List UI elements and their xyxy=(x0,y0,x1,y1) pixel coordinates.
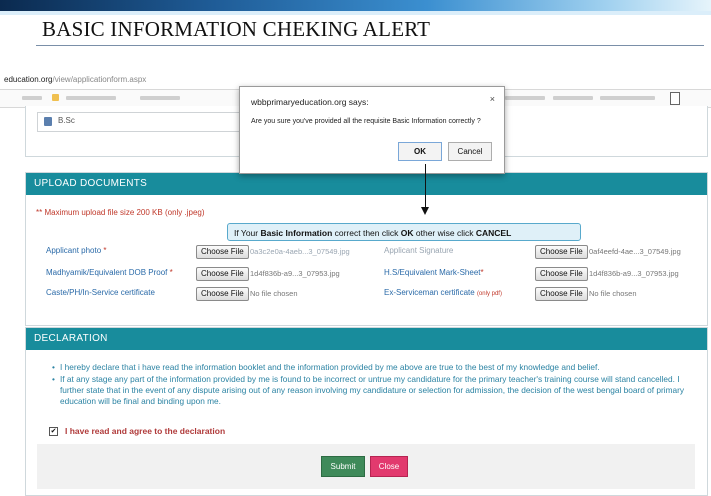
ex-serviceman-label: Ex-Serviceman certificate (only pdf) xyxy=(384,288,502,297)
callout-bold: Basic Information xyxy=(260,228,333,238)
dialog-message: Are you sure you've provided all the req… xyxy=(251,118,481,125)
ex-serviceman-filename: No file chosen xyxy=(589,289,637,298)
callout-text: If Your xyxy=(234,228,261,238)
callout-bold: OK xyxy=(400,228,414,238)
bookmark-favicon[interactable] xyxy=(52,94,59,101)
education-field[interactable]: B.Sc xyxy=(37,112,269,132)
bookmark-item[interactable] xyxy=(66,96,116,100)
title-rule xyxy=(36,45,704,46)
applicant-photo-label: Applicant photo * xyxy=(46,246,107,255)
dialog-title: wbbprimaryeducation.org says: xyxy=(251,97,369,107)
agree-label[interactable]: I have read and agree to the declaration xyxy=(65,426,225,436)
max-upload-note: ** Maximum upload file size 200 KB (only… xyxy=(36,208,205,217)
required-mark: * xyxy=(169,268,173,277)
callout-text: other wise click xyxy=(413,228,476,238)
upload-documents-panel: UPLOAD DOCUMENTS ** Maximum upload file … xyxy=(25,172,708,326)
agree-checkbox[interactable]: ✔ xyxy=(49,427,58,436)
form-button-area: Submit Close xyxy=(37,444,695,489)
slide-top-stripe xyxy=(0,0,711,11)
applicant-signature-choose-button[interactable]: Choose File xyxy=(535,245,588,259)
declaration-list: I hereby declare that i have read the in… xyxy=(52,362,692,408)
bookmark-item[interactable] xyxy=(22,96,42,100)
hs-marksheet-filename: 1d4f836b-a9...3_07953.jpg xyxy=(589,269,679,278)
only-pdf-note: (only pdf) xyxy=(476,291,502,297)
madhyamik-dob-filename: 1d4f836b-a9...3_07953.jpg xyxy=(250,269,340,278)
applicant-signature-label: Applicant Signature xyxy=(384,246,454,255)
caste-certificate-choose-button[interactable]: Choose File xyxy=(196,287,249,301)
label-text: H.S/Equivalent Mark-Sheet xyxy=(384,268,481,277)
hs-marksheet-label: H.S/Equivalent Mark-Sheet* xyxy=(384,268,484,277)
address-bar-url[interactable]: education.org/view/applicationform.aspx xyxy=(4,75,146,84)
declaration-panel: DECLARATION I hereby declare that i have… xyxy=(25,327,708,496)
close-button[interactable]: Close xyxy=(370,456,408,477)
slide-top-stripe-light xyxy=(0,11,711,15)
slide-title: BASIC INFORMATION CHEKING ALERT xyxy=(42,17,431,41)
declaration-header: DECLARATION xyxy=(26,328,707,350)
label-text: Madhyamik/Equivalent DOB Proof xyxy=(46,268,168,277)
hs-marksheet-choose-button[interactable]: Choose File xyxy=(535,267,588,281)
required-mark: * xyxy=(480,268,484,277)
applicant-photo-choose-button[interactable]: Choose File xyxy=(196,245,249,259)
book-icon xyxy=(44,117,52,126)
url-host: education.org xyxy=(4,75,53,84)
label-text: Ex-Serviceman certificate xyxy=(384,288,475,297)
required-mark: * xyxy=(103,246,107,255)
annotation-arrow-line xyxy=(425,164,426,209)
upload-documents-header: UPLOAD DOCUMENTS xyxy=(26,173,707,195)
declaration-item: If at any stage any part of the informat… xyxy=(52,374,692,407)
callout-text: correct then click xyxy=(332,228,401,238)
annotation-arrow-head xyxy=(421,207,429,215)
label-text: Applicant photo xyxy=(46,246,102,255)
url-path: /view/applicationform.aspx xyxy=(52,75,147,84)
dialog-cancel-button[interactable]: Cancel xyxy=(448,142,492,161)
caste-certificate-filename: No file chosen xyxy=(250,289,298,298)
applicant-signature-filename: 0af4eefd-4ae...3_07549.jpg xyxy=(589,247,681,256)
madhyamik-dob-label: Madhyamik/Equivalent DOB Proof * xyxy=(46,268,173,277)
bookmark-item[interactable] xyxy=(140,96,180,100)
confirm-dialog: wbbprimaryeducation.org says: × Are you … xyxy=(239,86,505,174)
declaration-item: I hereby declare that i have read the in… xyxy=(52,362,692,373)
education-value: B.Sc xyxy=(58,116,75,125)
bookmark-item[interactable] xyxy=(553,96,593,100)
ex-serviceman-choose-button[interactable]: Choose File xyxy=(535,287,588,301)
dialog-close-icon[interactable]: × xyxy=(490,94,495,104)
applicant-photo-filename: 0a3c2e0a-4aeb...3_07549.jpg xyxy=(250,247,350,256)
bookmark-item[interactable] xyxy=(505,96,545,100)
callout-bold: CANCEL xyxy=(475,228,512,238)
bookmark-item[interactable] xyxy=(600,96,655,100)
instruction-callout: If Your Basic Information correct then c… xyxy=(227,223,581,241)
submit-button[interactable]: Submit xyxy=(321,456,365,477)
caste-certificate-label: Caste/PH/In-Service certificate xyxy=(46,288,155,297)
dialog-ok-button[interactable]: OK xyxy=(398,142,442,161)
page-icon[interactable] xyxy=(670,92,680,105)
madhyamik-dob-choose-button[interactable]: Choose File xyxy=(196,267,249,281)
